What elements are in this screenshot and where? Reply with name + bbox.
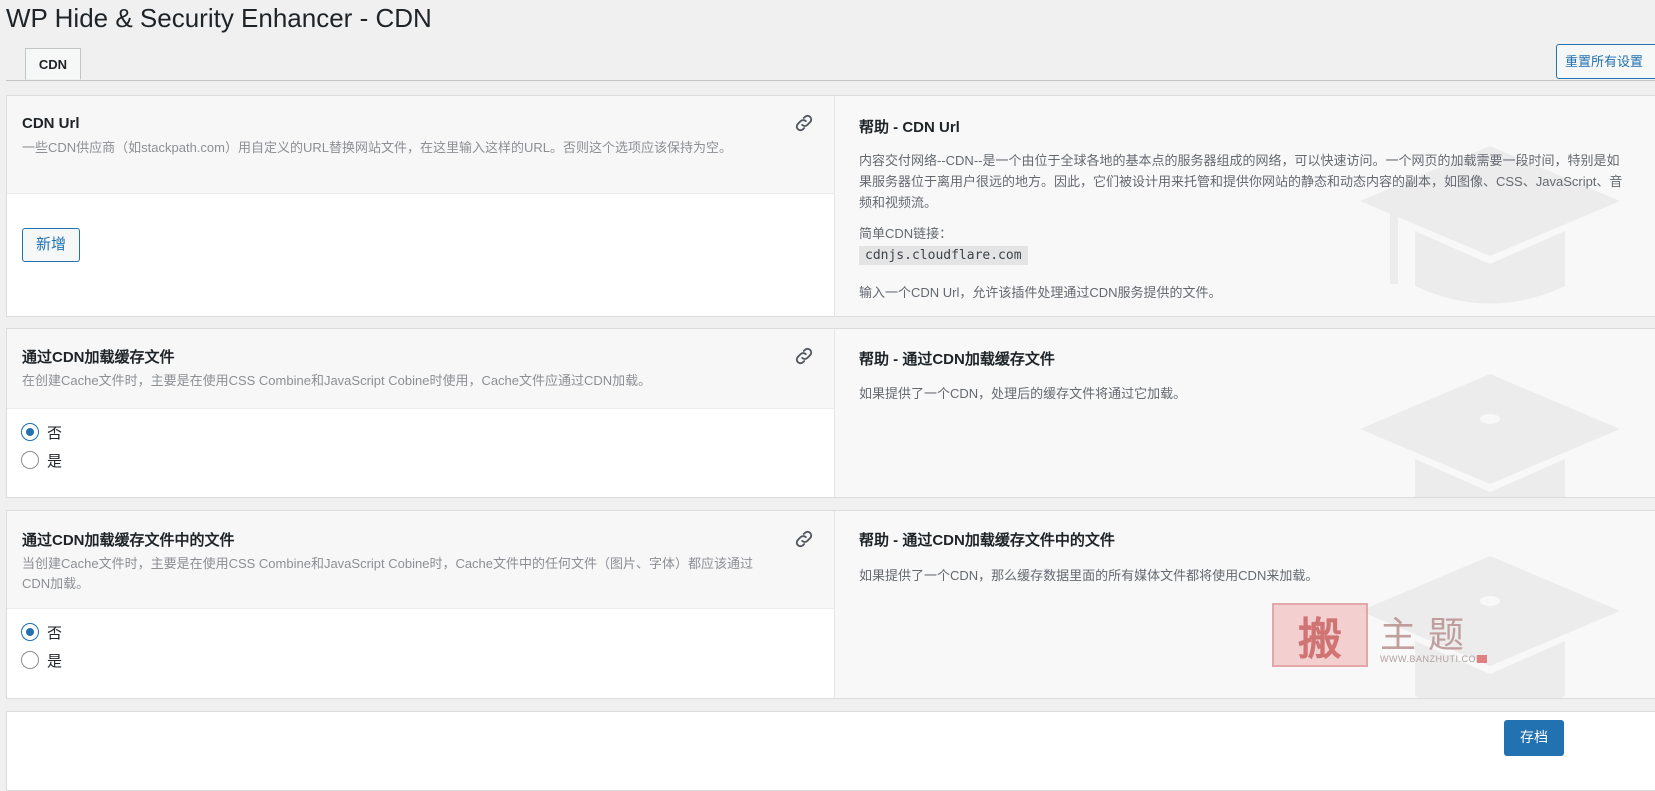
option-header: 通过CDN加载缓存文件中的文件 当创建Cache文件时，主要是在使用CSS Co… [7, 511, 834, 609]
radio-label: 是 [47, 652, 63, 670]
watermark-stamp: 搬 [1272, 603, 1368, 667]
tabs-divider [6, 80, 1655, 81]
option-description: 在创建Cache文件时，主要是在使用CSS Combine和JavaScript… [22, 373, 652, 388]
help-title: 帮助 - 通过CDN加载缓存文件中的文件 [859, 532, 1115, 549]
help-note: 输入一个CDN Url，允许该插件处理通过CDN服务提供的文件。 [859, 285, 1222, 300]
option-description: 当创建Cache文件时，主要是在使用CSS Combine和JavaScript… [22, 556, 754, 591]
watermark-text: 主题 [1380, 615, 1477, 656]
radio-option-no[interactable]: 否 [21, 420, 62, 444]
help-panel: 帮助 - 通过CDN加载缓存文件中的文件 如果提供了一个CDN，那么缓存数据里面… [835, 511, 1655, 698]
watermark-url: WWW.BANZHUTI.COM [1380, 654, 1484, 664]
help-text: 如果提供了一个CDN，处理后的缓存文件将通过它加载。 [859, 386, 1187, 401]
option-main: 通过CDN加载缓存文件中的文件 当创建Cache文件时，主要是在使用CSS Co… [7, 511, 835, 698]
option-title: 通过CDN加载缓存文件中的文件 [22, 532, 235, 549]
option-cdn-cache-inner-files: 通过CDN加载缓存文件中的文件 当创建Cache文件时，主要是在使用CSS Co… [6, 510, 1655, 699]
radio-button[interactable] [21, 651, 39, 669]
option-main: 通过CDN加载缓存文件 在创建Cache文件时，主要是在使用CSS Combin… [7, 329, 835, 497]
help-title: 帮助 - 通过CDN加载缓存文件 [859, 351, 1055, 368]
watermark-bar [1477, 655, 1487, 663]
option-title: 通过CDN加载缓存文件 [22, 349, 175, 366]
link-icon[interactable] [793, 528, 815, 550]
option-header: 通过CDN加载缓存文件 在创建Cache文件时，主要是在使用CSS Combin… [7, 329, 834, 409]
save-panel [6, 711, 1655, 791]
radio-label: 否 [47, 624, 63, 642]
radio-option-yes[interactable]: 是 [21, 648, 62, 672]
help-panel: 帮助 - CDN Url 内容交付网络--CDN--是一个由位于全球各地的基本点… [835, 96, 1655, 316]
help-text: 如果提供了一个CDN，那么缓存数据里面的所有媒体文件都将使用CDN来加载。 [859, 568, 1319, 583]
help-title: 帮助 - CDN Url [859, 119, 960, 136]
help-example-code: cdnjs.cloudflare.com [859, 246, 1028, 265]
tab-cdn[interactable]: CDN [25, 48, 81, 80]
help-panel: 帮助 - 通过CDN加载缓存文件 如果提供了一个CDN，处理后的缓存文件将通过它… [835, 329, 1655, 497]
radio-label: 是 [47, 452, 63, 470]
option-description: 一些CDN供应商（如stackpath.com）用自定义的URL替换网站文件，在… [22, 140, 732, 155]
option-title: CDN Url [22, 115, 80, 132]
option-header: CDN Url 一些CDN供应商（如stackpath.com）用自定义的URL… [7, 96, 834, 194]
help-text: 内容交付网络--CDN--是一个由位于全球各地的基本点的服务器组成的网络，可以快… [859, 153, 1623, 210]
radio-button[interactable] [21, 451, 39, 469]
radio-button[interactable] [21, 623, 39, 641]
radio-option-no[interactable]: 否 [21, 620, 62, 644]
radio-label: 否 [47, 424, 63, 442]
option-cdn-url: CDN Url 一些CDN供应商（如stackpath.com）用自定义的URL… [6, 95, 1655, 317]
option-cdn-cache-files: 通过CDN加载缓存文件 在创建Cache文件时，主要是在使用CSS Combin… [6, 328, 1655, 498]
help-example-label: 简单CDN链接： [859, 226, 953, 241]
radio-option-yes[interactable]: 是 [21, 448, 62, 472]
link-icon[interactable] [793, 112, 815, 134]
save-button[interactable]: 存档 [1504, 720, 1564, 756]
option-main: CDN Url 一些CDN供应商（如stackpath.com）用自定义的URL… [7, 96, 835, 316]
add-cdn-url-button[interactable]: 新增 [22, 228, 80, 262]
reset-all-settings-button[interactable]: 重置所有设置 [1556, 44, 1655, 79]
link-icon[interactable] [793, 345, 815, 367]
page-title: WP Hide & Security Enhancer - CDN [6, 3, 432, 33]
radio-button[interactable] [21, 423, 39, 441]
